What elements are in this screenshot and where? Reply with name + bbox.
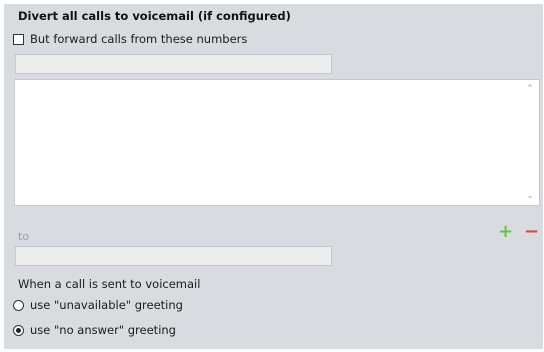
to-label: to (18, 230, 30, 243)
chevron-down-icon[interactable]: ⌄ (525, 191, 535, 201)
numbers-list[interactable]: ⌃ ⌄ (14, 79, 540, 206)
no-answer-greeting-option[interactable]: use "no answer" greeting (13, 323, 176, 337)
section-title: Divert all calls to voicemail (if config… (18, 9, 291, 23)
chevron-up-icon[interactable]: ⌃ (525, 84, 535, 94)
unavailable-greeting-label: use "unavailable" greeting (30, 298, 183, 312)
remove-number-button[interactable]: − (524, 223, 539, 241)
unavailable-greeting-radio[interactable] (13, 299, 24, 311)
forward-calls-option[interactable]: But forward calls from these numbers (13, 32, 247, 46)
voicemail-label: When a call is sent to voicemail (18, 277, 201, 291)
forward-calls-checkbox[interactable] (13, 33, 24, 45)
no-answer-greeting-label: use "no answer" greeting (30, 323, 176, 337)
add-number-button[interactable]: + (498, 223, 513, 241)
to-input[interactable] (15, 246, 332, 266)
no-answer-greeting-radio[interactable] (13, 324, 24, 336)
unavailable-greeting-option[interactable]: use "unavailable" greeting (13, 298, 183, 312)
number-input[interactable] (15, 54, 332, 74)
forward-calls-label: But forward calls from these numbers (30, 32, 248, 46)
